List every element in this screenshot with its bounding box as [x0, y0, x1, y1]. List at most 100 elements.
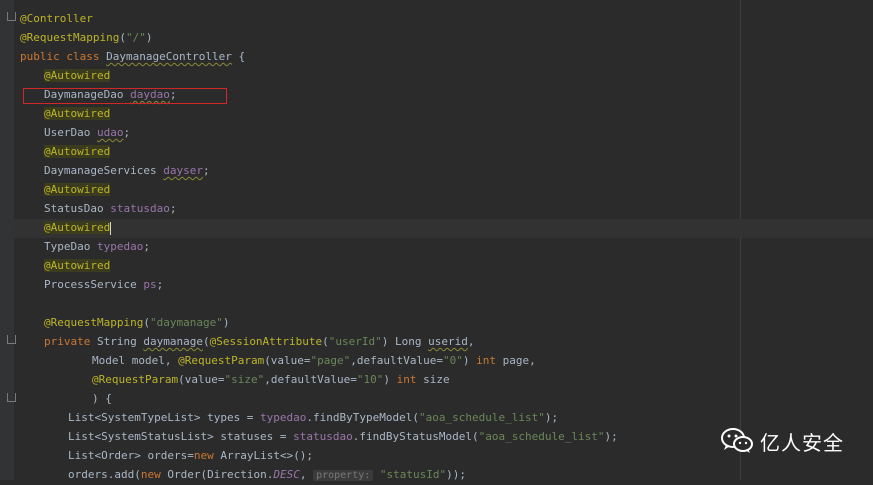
code-token: )	[145, 31, 153, 44]
code-token: List<Order> orders=	[68, 449, 194, 462]
code-line: @Autowired	[44, 66, 111, 85]
code-token: );	[604, 430, 618, 443]
field-name: udao	[96, 126, 124, 139]
code-token: ;	[202, 164, 210, 177]
string-literal: "size"	[224, 373, 265, 386]
code-token: Model model,	[92, 354, 179, 367]
code-token: ,defaultValue=	[264, 373, 357, 386]
code-token: size	[416, 373, 450, 386]
code-line: @Controller	[20, 9, 93, 28]
annotation: @Autowired	[44, 145, 111, 158]
field-name: statusdao	[293, 430, 353, 443]
type-name: UserDao	[44, 126, 97, 139]
annotation: @Controller	[20, 12, 93, 25]
string-literal: "page"	[310, 354, 351, 367]
code-line: ) {	[92, 389, 112, 408]
wechat-icon	[720, 427, 754, 455]
code-token: )	[222, 316, 230, 329]
keyword: new	[193, 449, 214, 462]
code-token: orders.add(	[68, 468, 141, 481]
code-token: .findByTypeModel(	[306, 411, 420, 424]
annotation: @RequestMapping	[20, 31, 120, 44]
string-literal: "userId"	[328, 335, 382, 348]
code-line: List<Order> orders=new ArrayList<>();	[68, 446, 313, 465]
code-line: @RequestParam(value="size",defaultValue=…	[92, 370, 450, 389]
code-token: ArrayList<>();	[213, 449, 314, 462]
code-line: orders.add(new Order(Direction.DESC, pro…	[68, 465, 466, 484]
code-token: ) Long	[381, 335, 429, 348]
code-line: ProcessService ps;	[44, 275, 163, 294]
code-token: Order(Direction.	[160, 468, 274, 481]
annotation: @Autowired	[44, 259, 111, 272]
code-line: @RequestMapping("daymanage")	[44, 313, 229, 332]
watermark-text: 亿人安全	[760, 430, 844, 455]
code-line: StatusDao statusdao;	[44, 199, 176, 218]
code-line: @Autowired	[44, 104, 111, 123]
code-token: (	[143, 316, 150, 329]
keyword: private	[44, 335, 97, 348]
string-literal: "0"	[443, 354, 463, 367]
annotation: @RequestParam	[178, 354, 265, 367]
method-name: daymanage	[143, 335, 203, 348]
code-token: (value=	[264, 354, 311, 367]
keyword: public class	[20, 50, 107, 63]
code-token: (value=	[178, 373, 225, 386]
code-line: List<SystemStatusList> statuses = status…	[68, 427, 618, 446]
code-token: List<SystemTypeList> types =	[68, 411, 261, 424]
annotation: @Autowired	[44, 69, 111, 82]
code-token: ,defaultValue=	[350, 354, 444, 367]
current-line-highlight	[14, 219, 873, 238]
code-line: DaymanageServices dayser;	[44, 161, 210, 180]
type-name: String	[96, 335, 144, 348]
type-name: DaymanageServices	[44, 164, 164, 177]
code-token: page,	[496, 354, 536, 367]
code-line: @Autowired	[44, 180, 111, 199]
code-token: (	[202, 335, 210, 348]
right-margin-guide	[740, 0, 741, 480]
annotation: @Autowired	[44, 221, 111, 234]
code-token: ) {	[92, 392, 112, 405]
string-literal: "aoa_schedule_list"	[478, 430, 605, 443]
fold-marker-icon[interactable]	[7, 335, 16, 344]
code-token: ,	[467, 335, 475, 348]
annotation: @RequestMapping	[44, 316, 144, 329]
code-line: List<SystemTypeList> types = typedao.fin…	[68, 408, 558, 427]
code-line: Model model, @RequestParam(value="page",…	[92, 351, 536, 370]
code-token: ,	[299, 468, 314, 481]
class-name: DaymanageController	[106, 50, 232, 63]
type-name: TypeDao	[44, 240, 97, 253]
keyword: new	[140, 468, 161, 481]
field-name: ps	[143, 278, 157, 291]
string-literal: "aoa_schedule_list"	[419, 411, 545, 424]
code-line: @Autowired	[44, 256, 111, 275]
type-name: ProcessService	[44, 278, 144, 291]
fold-marker-icon[interactable]	[7, 12, 16, 21]
code-token: );	[544, 411, 559, 424]
code-line: @Autowired	[44, 218, 112, 237]
editor-gutter	[0, 0, 14, 480]
code-line: public class DaymanageController {	[20, 47, 245, 66]
code-token: ;	[123, 126, 131, 139]
code-line: UserDao udao;	[44, 123, 130, 142]
code-token: .findByStatusModel(	[352, 430, 479, 443]
string-literal: "statusId"	[379, 468, 447, 481]
field-name: statusdao	[110, 202, 170, 215]
code-token: {	[231, 50, 246, 63]
code-token: ;	[156, 278, 164, 291]
string-literal: "/"	[125, 31, 146, 44]
string-literal: "daymanage"	[149, 316, 223, 329]
text-caret	[110, 221, 112, 235]
annotation: @Autowired	[44, 107, 111, 120]
annotation: @Autowired	[44, 183, 111, 196]
code-token: (	[119, 31, 126, 44]
parameter-hint: property:	[313, 470, 374, 481]
keyword: int	[476, 354, 497, 367]
enum-constant: DESC	[273, 468, 300, 481]
fold-marker-icon[interactable]	[7, 393, 16, 402]
watermark: 亿人安全	[720, 426, 844, 456]
code-line: private String daymanage(@SessionAttribu…	[44, 332, 475, 351]
code-token: ;	[143, 240, 150, 253]
annotation: @SessionAttribute	[209, 335, 323, 348]
code-token: ;	[169, 202, 177, 215]
code-line: @Autowired	[44, 142, 111, 161]
